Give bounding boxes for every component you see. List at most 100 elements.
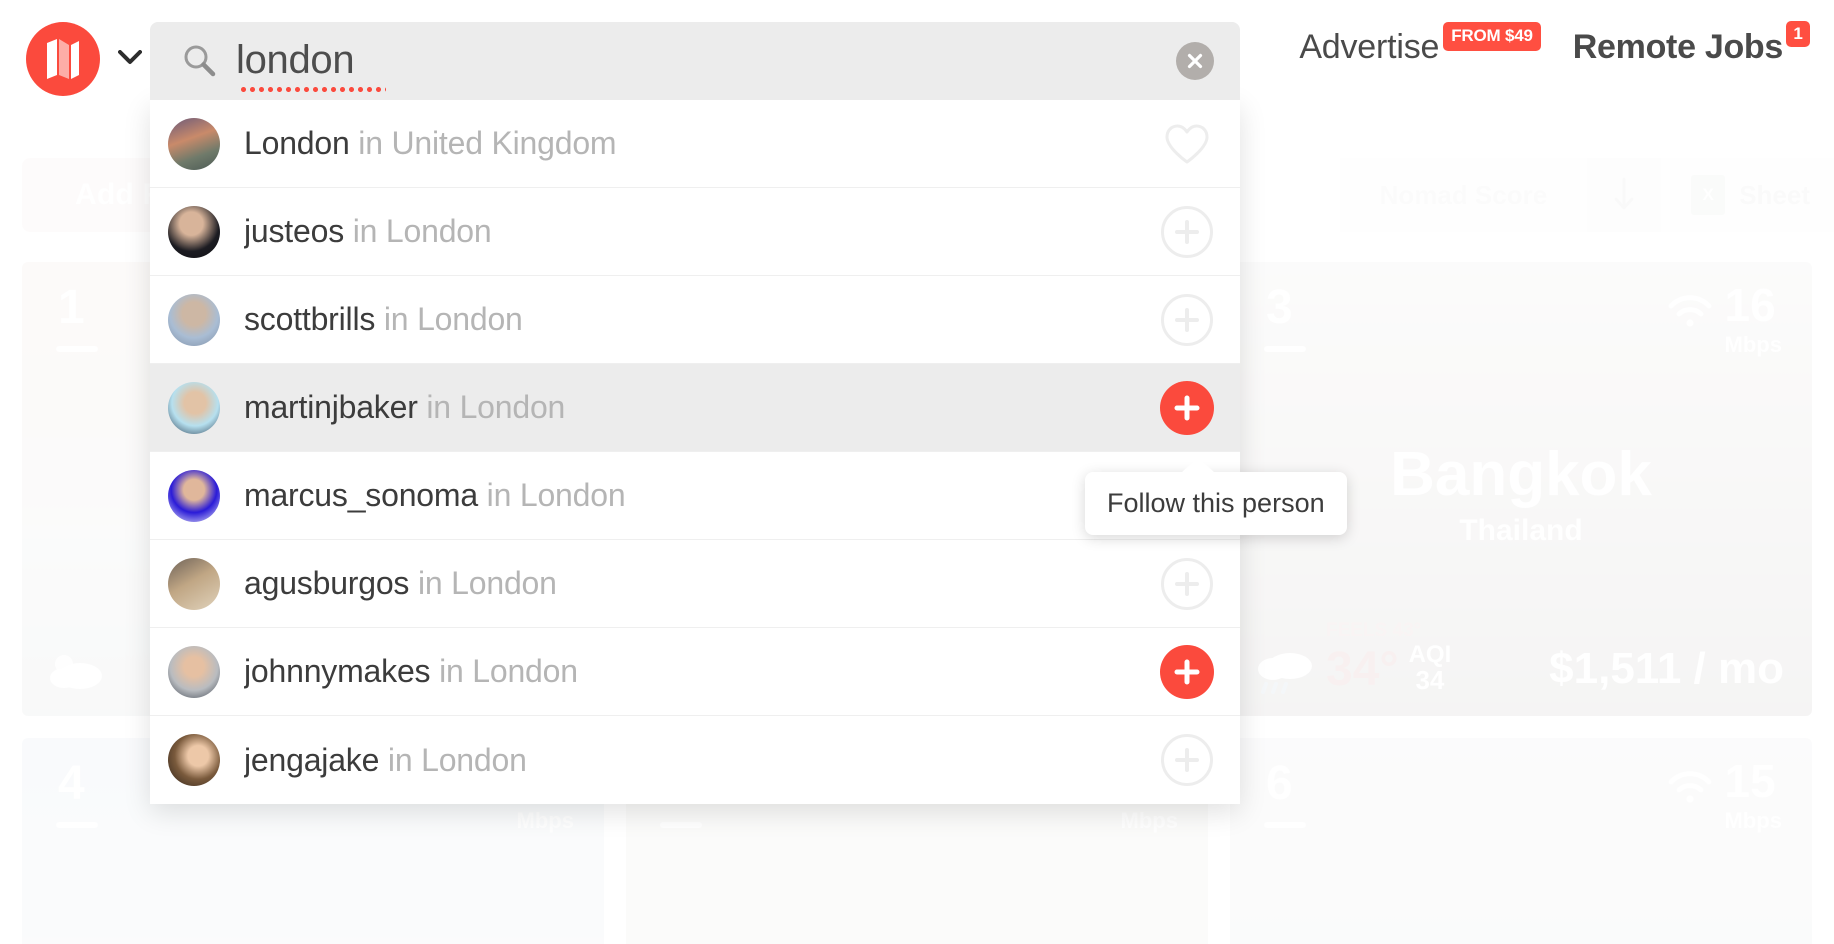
search-result-row[interactable]: justeos in London bbox=[150, 188, 1240, 276]
agusburgos-avatar bbox=[168, 557, 220, 610]
follow-person-button[interactable] bbox=[1160, 733, 1214, 787]
wifi-value: 16 bbox=[1724, 279, 1776, 331]
wifi-speed: 15 Mbps bbox=[1667, 758, 1782, 834]
plus-circle-icon bbox=[1160, 380, 1214, 435]
plus-glyph bbox=[1174, 395, 1200, 420]
follow-person-button[interactable] bbox=[1160, 380, 1214, 435]
wifi-speed: 16 Mbps bbox=[1667, 282, 1782, 358]
plus-glyph bbox=[1175, 571, 1199, 596]
result-name: johnnymakes bbox=[244, 653, 431, 689]
city-rank: 1 bbox=[58, 281, 85, 334]
follow-person-button[interactable] bbox=[1160, 644, 1214, 699]
result-name: marcus_sonoma bbox=[244, 477, 478, 513]
plus-circle-icon bbox=[1161, 557, 1213, 610]
remote-jobs-link[interactable]: Remote Jobs 1 bbox=[1572, 21, 1810, 67]
cost-per-month: $1,511 / mo bbox=[1549, 644, 1784, 693]
search-result-label: scottbrills in London bbox=[244, 301, 523, 338]
result-name: jengajake bbox=[244, 741, 380, 778]
sheet-label: Sheet bbox=[1739, 179, 1810, 210]
rank-underline bbox=[660, 822, 702, 828]
scottbrills-avatar bbox=[168, 293, 220, 346]
favorite-city-button[interactable] bbox=[1160, 117, 1214, 171]
nomadlist-logo-button[interactable] bbox=[26, 22, 100, 96]
search-result-label: martinjbaker in London bbox=[244, 389, 565, 426]
result-sub: in London bbox=[426, 389, 566, 425]
rank-underline bbox=[56, 822, 98, 828]
result-name: agusburgos bbox=[244, 565, 410, 601]
wifi-unit: Mbps bbox=[1724, 808, 1782, 833]
rank-underline bbox=[1264, 822, 1306, 828]
excel-icon: X bbox=[1691, 175, 1726, 215]
header-nav: Advertise FROM $49 Remote Jobs 1 bbox=[1299, 21, 1810, 67]
search-result-row[interactable]: marcus_sonoma in London bbox=[150, 452, 1240, 540]
sort-toolbar: Nomad Score X Sheet bbox=[1339, 158, 1834, 232]
cloud-sun-icon bbox=[50, 655, 102, 689]
follow-person-button[interactable] bbox=[1160, 205, 1214, 259]
search-result-label: justeos in London bbox=[244, 213, 491, 250]
advertise-price-badge: FROM $49 bbox=[1443, 22, 1541, 51]
cloud-rain-icon bbox=[1258, 653, 1312, 694]
sort-direction-button[interactable] bbox=[1587, 158, 1662, 232]
search-result-label: agusburgos in London bbox=[244, 565, 557, 602]
sheet-export-button[interactable]: X Sheet bbox=[1661, 158, 1834, 232]
search-icon bbox=[178, 43, 220, 79]
wifi-value: 15 bbox=[1724, 755, 1776, 807]
city-rank: 3 bbox=[1266, 281, 1293, 334]
city-rank: 6 bbox=[1266, 757, 1293, 810]
rank-underline bbox=[56, 346, 98, 352]
spellcheck-underline bbox=[240, 86, 386, 92]
weather-block bbox=[46, 648, 106, 694]
search-result-row[interactable]: London in United Kingdom bbox=[150, 100, 1240, 188]
result-sub: in London bbox=[387, 741, 527, 778]
search-result-label: marcus_sonoma in London bbox=[244, 477, 625, 514]
temperature: 34° bbox=[1326, 643, 1399, 696]
justeos-avatar bbox=[168, 205, 220, 258]
plus-glyph bbox=[1175, 219, 1199, 244]
search-result-label: London in United Kingdom bbox=[244, 125, 616, 162]
wifi-unit: Mbps bbox=[516, 808, 574, 833]
plus-glyph bbox=[1175, 748, 1199, 772]
jengajake-avatar bbox=[168, 734, 220, 786]
heart-icon bbox=[1165, 124, 1209, 163]
follow-person-button[interactable] bbox=[1160, 557, 1214, 611]
aqi-value: 34 bbox=[1415, 664, 1445, 695]
tooltip-text: Follow this person bbox=[1107, 488, 1325, 518]
app-root: Add Filter Nomad Score X Sheet 1 3 16 Mb… bbox=[0, 0, 1834, 944]
plus-circle-icon bbox=[1161, 293, 1213, 346]
search-result-row[interactable]: scottbrills in London bbox=[150, 276, 1240, 364]
search-bar[interactable]: london bbox=[150, 22, 1240, 100]
remote-jobs-label: Remote Jobs bbox=[1572, 28, 1784, 66]
clear-search-button[interactable] bbox=[1176, 42, 1214, 80]
wifi-unit: Mbps bbox=[1724, 332, 1782, 357]
chevron-down-glyph bbox=[118, 50, 142, 64]
result-sub: in London bbox=[352, 213, 492, 249]
rank-underline bbox=[1264, 346, 1306, 352]
city-card[interactable]: 6 15 Mbps bbox=[1230, 738, 1812, 944]
result-name: justeos bbox=[244, 213, 344, 249]
wifi-icon bbox=[1668, 771, 1712, 803]
london-city-thumb bbox=[168, 117, 220, 170]
plus-circle-icon bbox=[1161, 205, 1213, 258]
search-results-dropdown: London in United Kingdom justeos in Lond… bbox=[150, 100, 1240, 804]
aqi-label: AQI bbox=[1408, 640, 1452, 668]
advertise-link[interactable]: Advertise FROM $49 bbox=[1299, 22, 1541, 67]
search-result-row[interactable]: johnnymakes in London bbox=[150, 628, 1240, 716]
plus-circle-icon bbox=[1160, 644, 1214, 699]
close-icon bbox=[1187, 53, 1203, 69]
follow-person-button[interactable] bbox=[1160, 293, 1214, 347]
search-result-row[interactable]: agusburgos in London bbox=[150, 540, 1240, 628]
result-name: scottbrills bbox=[244, 301, 376, 337]
martinjbaker-avatar bbox=[168, 381, 220, 434]
search-result-row[interactable]: martinjbaker in London bbox=[150, 364, 1240, 452]
result-sub: in London bbox=[417, 565, 557, 601]
search-result-label: johnnymakes in London bbox=[244, 653, 578, 690]
advertise-label: Advertise bbox=[1299, 28, 1440, 66]
brand-area bbox=[26, 22, 142, 96]
search-result-row[interactable]: jengajake in London bbox=[150, 716, 1240, 804]
plus-glyph bbox=[1174, 659, 1200, 684]
search-input[interactable]: london bbox=[236, 37, 1176, 92]
plus-circle-icon bbox=[1161, 734, 1213, 786]
search-input-value: london bbox=[236, 37, 355, 82]
sort-by-button[interactable]: Nomad Score bbox=[1339, 158, 1588, 232]
chevron-down-icon[interactable] bbox=[118, 49, 142, 69]
